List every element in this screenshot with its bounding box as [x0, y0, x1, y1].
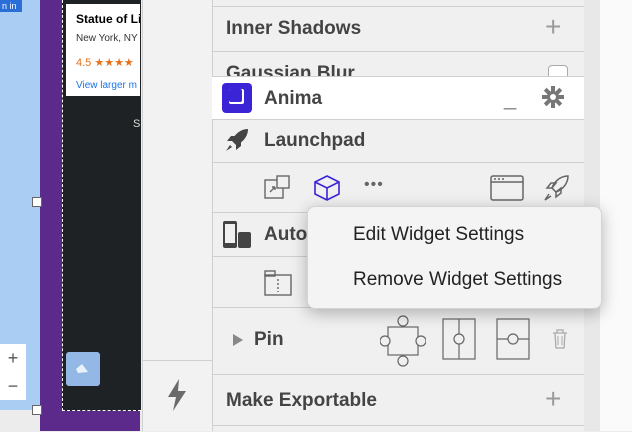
map-thumbnail-icon: [66, 352, 100, 386]
pin-center-vertical-button[interactable]: [496, 318, 530, 360]
edit-widget-settings-item[interactable]: Edit Widget Settings: [308, 213, 601, 257]
gaussian-blur-label: Gaussian Blur: [226, 63, 355, 77]
pin-label: Pin: [254, 329, 284, 350]
lightning-icon: [168, 379, 186, 411]
place-card-address: New York, NY: [76, 33, 138, 44]
gaussian-blur-row: Gaussian Blur: [212, 51, 584, 77]
rocket-launch-icon[interactable]: [542, 174, 570, 202]
move-layer-icon[interactable]: [264, 175, 292, 201]
cube-icon[interactable]: [312, 174, 342, 202]
add-export-button[interactable]: +: [545, 383, 561, 415]
launchpad-label: Launchpad: [264, 130, 366, 151]
make-exportable-row: Make Exportable +: [212, 375, 584, 426]
place-card-content: Statue of Li New York, NY 4.5 ★★★★ View …: [66, 0, 140, 100]
anima-logo-icon: [222, 83, 252, 113]
minimize-button[interactable]: _: [504, 85, 516, 111]
map-sign-in-button[interactable]: n in: [0, 0, 22, 12]
pin-all-edges-button[interactable]: [380, 315, 426, 367]
disclosure-triangle-icon[interactable]: [232, 333, 244, 347]
place-card-rating: 4.5 ★★★★: [76, 57, 134, 69]
phone-tablet-icon: [223, 221, 251, 248]
browser-window-icon[interactable]: [490, 175, 524, 201]
pin-center-horizontal-button[interactable]: [442, 318, 476, 360]
widget-context-menu: Edit Widget Settings Remove Widget Setti…: [307, 206, 602, 309]
make-exportable-label: Make Exportable: [226, 390, 377, 411]
remove-widget-settings-item[interactable]: Remove Widget Settings: [308, 258, 601, 302]
auto-layout-label: Auto: [264, 224, 308, 245]
more-options-button[interactable]: •••: [364, 176, 384, 194]
add-inner-shadow-button[interactable]: +: [545, 11, 561, 43]
trash-icon[interactable]: [552, 329, 568, 349]
inner-shadows-label: Inner Shadows: [226, 18, 362, 39]
lightning-button[interactable]: [142, 360, 212, 432]
window-edge: [600, 0, 632, 431]
resize-handle[interactable]: [32, 405, 42, 415]
anima-label: Anima: [264, 88, 323, 109]
place-card-title: Statue of Li: [76, 12, 140, 26]
rocket-icon: [226, 129, 248, 151]
layout-structure-icon[interactable]: [264, 270, 292, 296]
launchpad-row: Launchpad: [212, 119, 584, 163]
anima-row: Anima _: [212, 76, 584, 120]
zoom-in-button[interactable]: +: [0, 344, 26, 372]
place-card-link[interactable]: View larger m: [76, 80, 137, 91]
artboard-text: S: [133, 118, 141, 130]
pin-row: Pin: [212, 308, 584, 375]
inner-shadows-row: Inner Shadows +: [212, 6, 584, 52]
resize-handle[interactable]: [32, 197, 42, 207]
gear-icon[interactable]: [542, 86, 564, 108]
zoom-out-button[interactable]: −: [0, 372, 26, 400]
